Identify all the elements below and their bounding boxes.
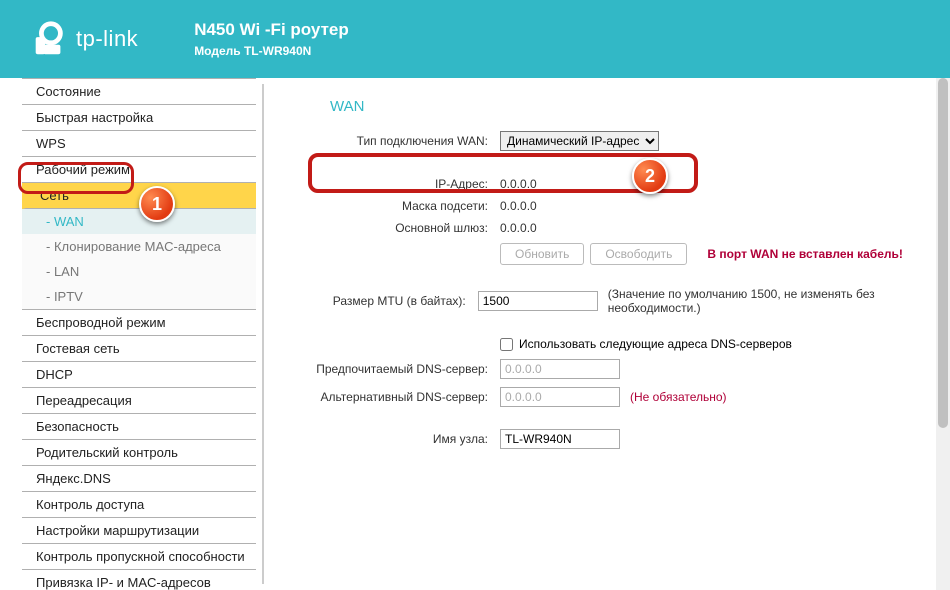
cable-warning: В порт WAN не вставлен кабель! <box>707 247 903 261</box>
nav-wireless[interactable]: Беспроводной режим <box>22 310 256 336</box>
wan-type-select[interactable]: Динамический IP-адрес <box>500 131 659 151</box>
nav-mode[interactable]: Рабочий режим <box>22 157 256 183</box>
nav-wan[interactable]: - WAN <box>22 209 256 234</box>
dns1-label: Предпочитаемый DNS-сервер: <box>290 362 500 376</box>
nav-security[interactable]: Безопасность <box>22 414 256 440</box>
nav-bandwidth[interactable]: Контроль пропускной способности <box>22 544 256 570</box>
main-scrollbar-thumb[interactable] <box>938 78 948 428</box>
mtu-input[interactable] <box>478 291 598 311</box>
nav-network-sub: - WAN - Клонирование MAC-адреса - LAN - … <box>22 209 256 310</box>
refresh-button[interactable]: Обновить <box>500 243 584 265</box>
mtu-note: (Значение по умолчанию 1500, не изменять… <box>608 287 930 315</box>
header-info: N450 Wi -Fi роутер Модель TL-WR940N <box>194 20 349 58</box>
nav-lan[interactable]: - LAN <box>22 259 256 284</box>
dns-cb-label: Использовать следующие адреса DNS-сервер… <box>519 337 792 351</box>
nav-access[interactable]: Контроль доступа <box>22 492 256 518</box>
nav-guest[interactable]: Гостевая сеть <box>22 336 256 362</box>
nav-dhcp[interactable]: DHCP <box>22 362 256 388</box>
section-title: WAN <box>290 88 930 131</box>
nav-mac-clone[interactable]: - Клонирование MAC-адреса <box>22 234 256 259</box>
product-model: Модель TL-WR940N <box>194 44 349 58</box>
host-input[interactable] <box>500 429 620 449</box>
ip-label: IP-Адрес: <box>290 177 500 191</box>
content-pane: WAN Тип подключения WAN: Динамический IP… <box>270 78 950 590</box>
nav-routing[interactable]: Настройки маршрутизации <box>22 518 256 544</box>
nav-forwarding[interactable]: Переадресация <box>22 388 256 414</box>
nav-ip-mac[interactable]: Привязка IP- и MAC-адресов <box>22 570 256 590</box>
mask-value: 0.0.0.0 <box>500 199 537 213</box>
nav-yandex-dns[interactable]: Яндекс.DNS <box>22 466 256 492</box>
sidebar-nav: Состояние Быстрая настройка WPS Рабочий … <box>22 78 256 590</box>
tplink-logo-icon <box>30 20 68 58</box>
product-title: N450 Wi -Fi роутер <box>194 20 349 40</box>
nav-parental[interactable]: Родительский контроль <box>22 440 256 466</box>
dns2-note: (Не обязательно) <box>630 390 727 404</box>
nav-wps[interactable]: WPS <box>22 131 256 157</box>
dns1-input[interactable] <box>500 359 620 379</box>
nav-quick-setup[interactable]: Быстрая настройка <box>22 105 256 131</box>
dns2-label: Альтернативный DNS-сервер: <box>290 390 500 404</box>
release-button[interactable]: Освободить <box>590 243 687 265</box>
dns2-input[interactable] <box>500 387 620 407</box>
divider <box>262 84 264 584</box>
brand-logo: tp-link <box>30 20 138 58</box>
dns-checkbox[interactable] <box>500 338 513 351</box>
nav-status[interactable]: Состояние <box>22 78 256 105</box>
gateway-value: 0.0.0.0 <box>500 221 537 235</box>
brand-text: tp-link <box>76 26 138 52</box>
host-label: Имя узла: <box>290 432 500 446</box>
ip-value: 0.0.0.0 <box>500 177 537 191</box>
nav-iptv[interactable]: - IPTV <box>22 284 256 309</box>
wan-type-label: Тип подключения WAN: <box>290 134 500 148</box>
header: tp-link N450 Wi -Fi роутер Модель TL-WR9… <box>0 0 950 78</box>
gateway-label: Основной шлюз: <box>290 221 500 235</box>
mtu-label: Размер MTU (в байтах): <box>290 294 478 308</box>
mask-label: Маска подсети: <box>290 199 500 213</box>
main-scrollbar[interactable] <box>936 78 950 590</box>
nav-network[interactable]: Сеть <box>22 183 256 209</box>
